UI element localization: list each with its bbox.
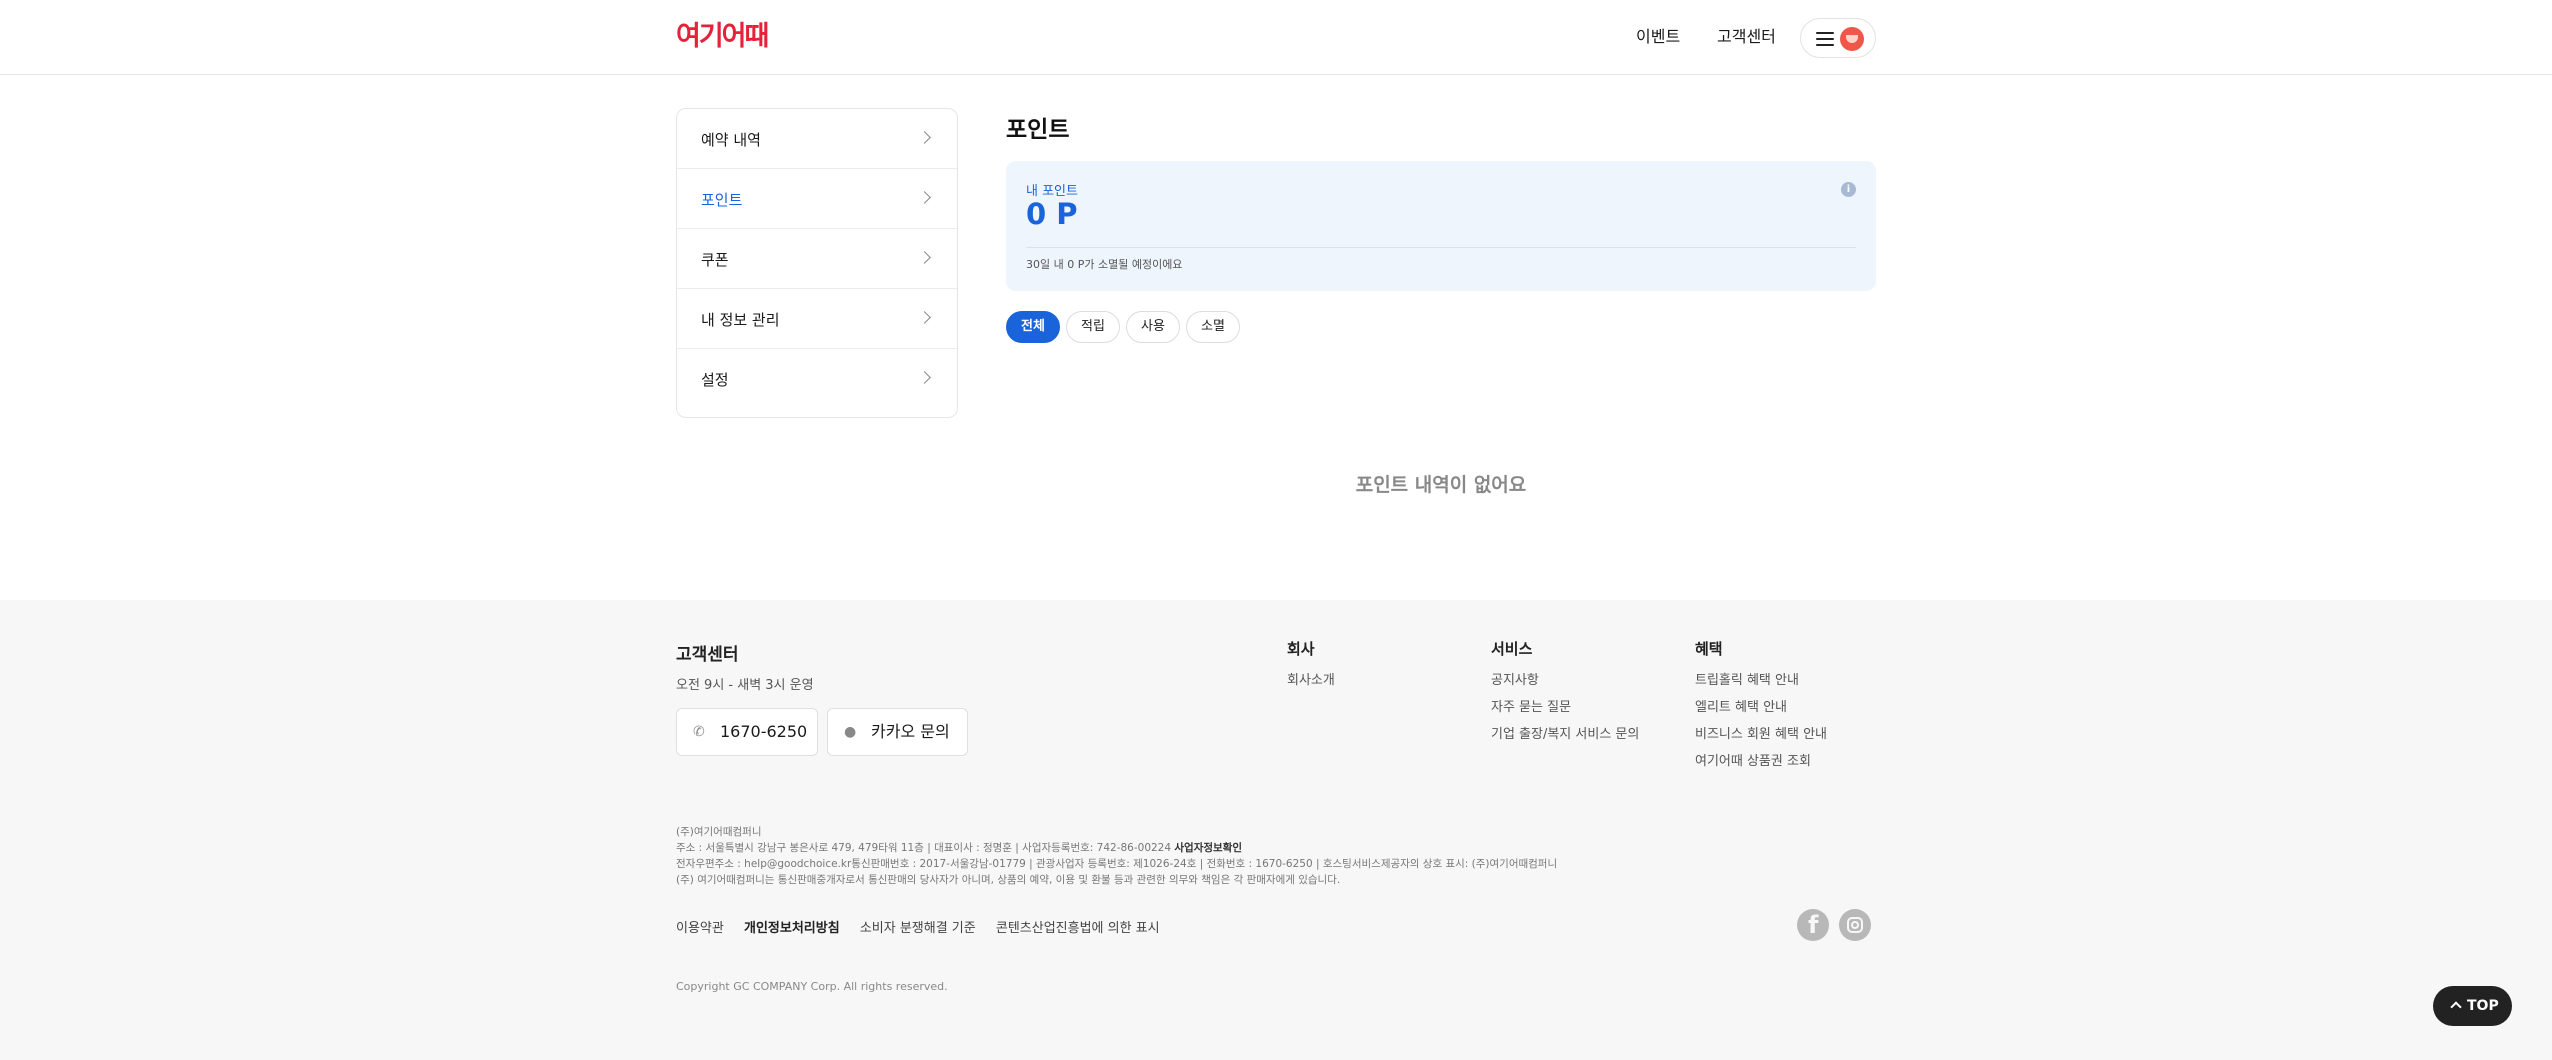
chevron-right-icon <box>918 371 931 384</box>
sidebar-item-label: 내 정보 관리 <box>701 311 780 329</box>
footer-link[interactable]: 트립홀릭 혜택 안내 <box>1695 673 1827 688</box>
info-icon[interactable]: i <box>1841 182 1856 197</box>
footer-column-title: 서비스 <box>1491 640 1533 658</box>
scroll-top-button[interactable]: TOP <box>2433 986 2512 1026</box>
footer-column-title: 혜택 <box>1695 640 1723 658</box>
footer-link[interactable]: 엘리트 혜택 안내 <box>1695 700 1827 715</box>
footer-link[interactable]: 공지사항 <box>1491 673 1639 688</box>
sidebar-item-label: 예약 내역 <box>701 131 761 149</box>
avatar-icon <box>1840 27 1864 51</box>
filter-all-chip[interactable]: 전체 <box>1006 311 1060 343</box>
footer-column-service: 서비스 공지사항 자주 묻는 질문 기업 출장/복지 서비스 문의 <box>1491 638 1639 754</box>
footer-column-benefits: 혜택 트립홀릭 혜택 안내 엘리트 혜택 안내 비즈니스 회원 혜택 안내 여기… <box>1695 638 1827 781</box>
chevron-right-icon <box>918 251 931 264</box>
footer-cs-hours: 오전 9시 - 새벽 3시 운영 <box>676 678 814 693</box>
chevron-up-icon <box>2450 1001 2462 1013</box>
sidebar-item-coupons[interactable]: 쿠폰 <box>677 229 957 289</box>
privacy-policy-link[interactable]: 개인정보처리방침 <box>744 921 840 936</box>
sidebar-item-reservations[interactable]: 예약 내역 <box>677 109 957 169</box>
legal-disclaimer: (주) 여기어때컴퍼니는 통신판매중개자로서 통신판매의 당사자가 아니며, 상… <box>676 874 1341 886</box>
facebook-icon[interactable] <box>1797 909 1829 941</box>
footer-link[interactable]: 자주 묻는 질문 <box>1491 700 1639 715</box>
chat-bubble-icon: ● <box>844 724 857 740</box>
mypage-sidebar: 예약 내역 포인트 쿠폰 내 정보 관리 설정 <box>676 108 958 418</box>
header: 여기어때 이벤트 고객센터 <box>0 0 2552 75</box>
sidebar-item-points[interactable]: 포인트 <box>677 169 957 229</box>
dispute-resolution-link[interactable]: 소비자 분쟁해결 기준 <box>860 921 976 936</box>
logo[interactable]: 여기어때 <box>676 22 786 52</box>
nav-customer-center-link[interactable]: 고객센터 <box>1717 26 1776 48</box>
content-industry-link[interactable]: 콘텐츠산업진흥법에 의한 표시 <box>996 921 1160 936</box>
sidebar-item-settings[interactable]: 설정 <box>677 349 957 409</box>
phone-icon: ✆ <box>693 724 705 740</box>
filter-earned-chip[interactable]: 적립 <box>1066 311 1120 343</box>
terms-link[interactable]: 이용약관 <box>676 921 724 936</box>
phone-button[interactable]: ✆ 1670-6250 <box>676 708 818 756</box>
filter-expired-chip[interactable]: 소멸 <box>1186 311 1240 343</box>
footer: 고객센터 오전 9시 - 새벽 3시 운영 ✆ 1670-6250 ● 카카오 … <box>0 600 2552 1060</box>
footer-policy-links: 이용약관 개인정보처리방침 소비자 분쟁해결 기준 콘텐츠산업진흥법에 의한 표… <box>676 917 1176 936</box>
footer-column-company: 회사 회사소개 <box>1287 638 1335 700</box>
filter-used-chip[interactable]: 사용 <box>1126 311 1180 343</box>
profile-menu-button[interactable] <box>1800 18 1876 58</box>
footer-link[interactable]: 비즈니스 회원 혜택 안내 <box>1695 727 1827 742</box>
phone-label: 1670-6250 <box>720 722 808 741</box>
empty-state-message: 포인트 내역이 없어요 <box>1355 474 1527 496</box>
business-info-link[interactable]: 사업자정보확인 <box>1174 842 1242 854</box>
instagram-icon[interactable] <box>1839 909 1871 941</box>
footer-legal-info: (주)여기어때컴퍼니 주소 : 서울특별시 강남구 봉은사로 479, 479타… <box>676 824 1557 888</box>
sidebar-item-label: 설정 <box>701 371 729 389</box>
legal-company: (주)여기어때컴퍼니 <box>676 826 762 838</box>
sidebar-item-my-info[interactable]: 내 정보 관리 <box>677 289 957 349</box>
sidebar-item-label: 포인트 <box>701 191 743 209</box>
top-label: TOP <box>2467 998 2499 1014</box>
chevron-right-icon <box>918 131 931 144</box>
page-title: 포인트 <box>1006 117 1070 143</box>
divider <box>1026 247 1856 248</box>
expiring-points-note: 30일 내 0 P가 소멸될 예정이에요 <box>1026 258 1183 271</box>
legal-address: 주소 : 서울특별시 강남구 봉은사로 479, 479타워 11층 | 대표이… <box>676 842 1172 854</box>
kakao-inquiry-button[interactable]: ● 카카오 문의 <box>827 708 968 756</box>
kakao-label: 카카오 문의 <box>871 722 950 741</box>
footer-cs-title: 고객센터 <box>676 645 739 665</box>
nav-event-link[interactable]: 이벤트 <box>1636 26 1680 48</box>
copyright: Copyright GC COMPANY Corp. All rights re… <box>676 980 948 993</box>
chevron-right-icon <box>918 311 931 324</box>
footer-link[interactable]: 여기어때 상품권 조회 <box>1695 754 1827 769</box>
point-value: 0 P <box>1026 197 1078 231</box>
legal-contact: 전자우편주소 : help@goodchoice.kr통신판매번호 : 2017… <box>676 858 1558 870</box>
legal-address-line: 주소 : 서울특별시 강남구 봉은사로 479, 479타워 11층 | 대표이… <box>676 840 1557 856</box>
point-summary-card: 내 포인트 0 P i 30일 내 0 P가 소멸될 예정이에요 <box>1006 161 1876 291</box>
footer-link[interactable]: 기업 출장/복지 서비스 문의 <box>1491 727 1639 742</box>
hamburger-icon <box>1816 32 1834 46</box>
chevron-right-icon <box>918 191 931 204</box>
footer-column-title: 회사 <box>1287 640 1315 658</box>
sidebar-item-label: 쿠폰 <box>701 251 729 269</box>
footer-link[interactable]: 회사소개 <box>1287 673 1335 688</box>
